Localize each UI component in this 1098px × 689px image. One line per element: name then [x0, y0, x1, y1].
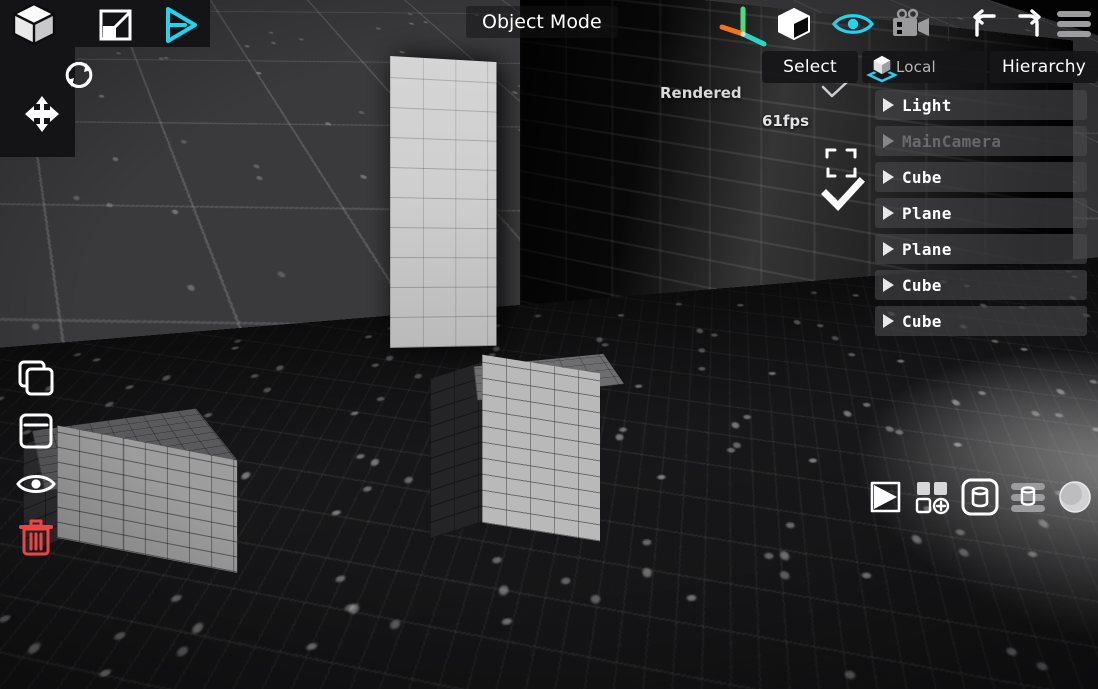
chevron-right-icon[interactable] [883, 278, 894, 292]
layers-button[interactable] [1009, 477, 1047, 517]
material-button[interactable] [1057, 477, 1094, 517]
add-object-button[interactable] [913, 477, 950, 517]
hierarchy-item-light[interactable]: Light [875, 90, 1087, 120]
left-tool-column [10, 352, 62, 564]
hierarchy-item-label: MainCamera [902, 132, 1001, 151]
hierarchy-item-label: Cube [902, 276, 942, 295]
shading-mode-button[interactable] [866, 477, 903, 517]
hierarchy-item-label: Light [902, 96, 952, 115]
cylinder-box-icon [961, 478, 999, 516]
duplicate-icon [17, 359, 55, 397]
duplicate-button[interactable] [10, 352, 62, 404]
hierarchy-item-label: Plane [902, 240, 952, 259]
checkmark-icon[interactable] [822, 178, 864, 212]
bottom-right-toolbar [866, 474, 1094, 520]
hierarchy-item-maincamera[interactable]: MainCamera [875, 126, 1087, 156]
trash-icon [18, 517, 54, 557]
hierarchy-item-plane-1[interactable]: Plane [875, 198, 1087, 228]
movie-camera-icon[interactable] [890, 8, 932, 40]
hierarchy-item-cube-3[interactable]: Cube [875, 306, 1087, 336]
cylinder-layers-icon [1009, 480, 1047, 514]
scale-icon[interactable] [98, 8, 134, 42]
hierarchy-item-label: Cube [902, 168, 942, 187]
render-mode-label: Rendered [660, 84, 742, 102]
chevron-right-icon[interactable] [883, 314, 894, 328]
half-square-icon [868, 480, 902, 514]
tab-hierarchy-label: Hierarchy [1002, 57, 1086, 77]
redo-icon[interactable] [1012, 8, 1048, 40]
crop-frame-icon[interactable] [824, 146, 858, 180]
chevron-right-icon[interactable] [883, 98, 894, 112]
object-mode-text: Object Mode [482, 11, 602, 33]
hierarchy-item-cube-1[interactable]: Cube [875, 162, 1087, 192]
cube-face-front [482, 355, 600, 542]
eye-icon [16, 471, 56, 497]
local-space-icon[interactable] [866, 52, 898, 82]
grid-add-icon [915, 480, 949, 514]
hamburger-icon[interactable] [1054, 9, 1094, 39]
hierarchy-item-plane-2[interactable]: Plane [875, 234, 1087, 264]
object-mode-label: Object Mode [466, 6, 618, 38]
sphere-icon [1057, 479, 1093, 515]
tab-local-label: Local [896, 58, 936, 76]
hierarchy-item-label: Cube [902, 312, 942, 331]
move-icon[interactable] [22, 94, 62, 134]
rotate-icon[interactable] [60, 56, 98, 94]
toolbar-divider [948, 6, 949, 41]
panel-icon [18, 412, 54, 450]
shading-cube-icon[interactable] [775, 6, 813, 42]
scene-cube-center [462, 322, 642, 532]
checkmark-small-icon[interactable] [820, 80, 850, 100]
chevron-right-icon[interactable] [883, 170, 894, 184]
undo-icon[interactable] [966, 8, 1002, 40]
eye-icon[interactable] [832, 10, 874, 38]
tab-select[interactable]: Select [762, 51, 858, 83]
tab-hierarchy[interactable]: Hierarchy [990, 51, 1098, 83]
hierarchy-item-label: Plane [902, 204, 952, 223]
chevron-right-icon[interactable] [883, 242, 894, 256]
tab-select-label: Select [783, 57, 837, 77]
scene-cube-left [45, 355, 260, 555]
chevron-right-icon[interactable] [883, 134, 894, 148]
visibility-button[interactable] [10, 458, 62, 510]
panel-button[interactable] [10, 405, 62, 457]
fps-label: 61fps [762, 112, 809, 130]
hierarchy-item-cube-2[interactable]: Cube [875, 270, 1087, 300]
play-cursor-icon[interactable] [162, 6, 200, 44]
axis-gizmo-icon[interactable] [710, 4, 776, 50]
scene-bright-plane [390, 56, 496, 348]
primitive-button[interactable] [961, 477, 999, 517]
delete-button[interactable] [10, 511, 62, 563]
cube-icon[interactable] [6, 4, 62, 44]
hierarchy-panel: Light MainCamera Cube Plane Plane Cube C… [875, 90, 1087, 342]
chevron-right-icon[interactable] [883, 206, 894, 220]
